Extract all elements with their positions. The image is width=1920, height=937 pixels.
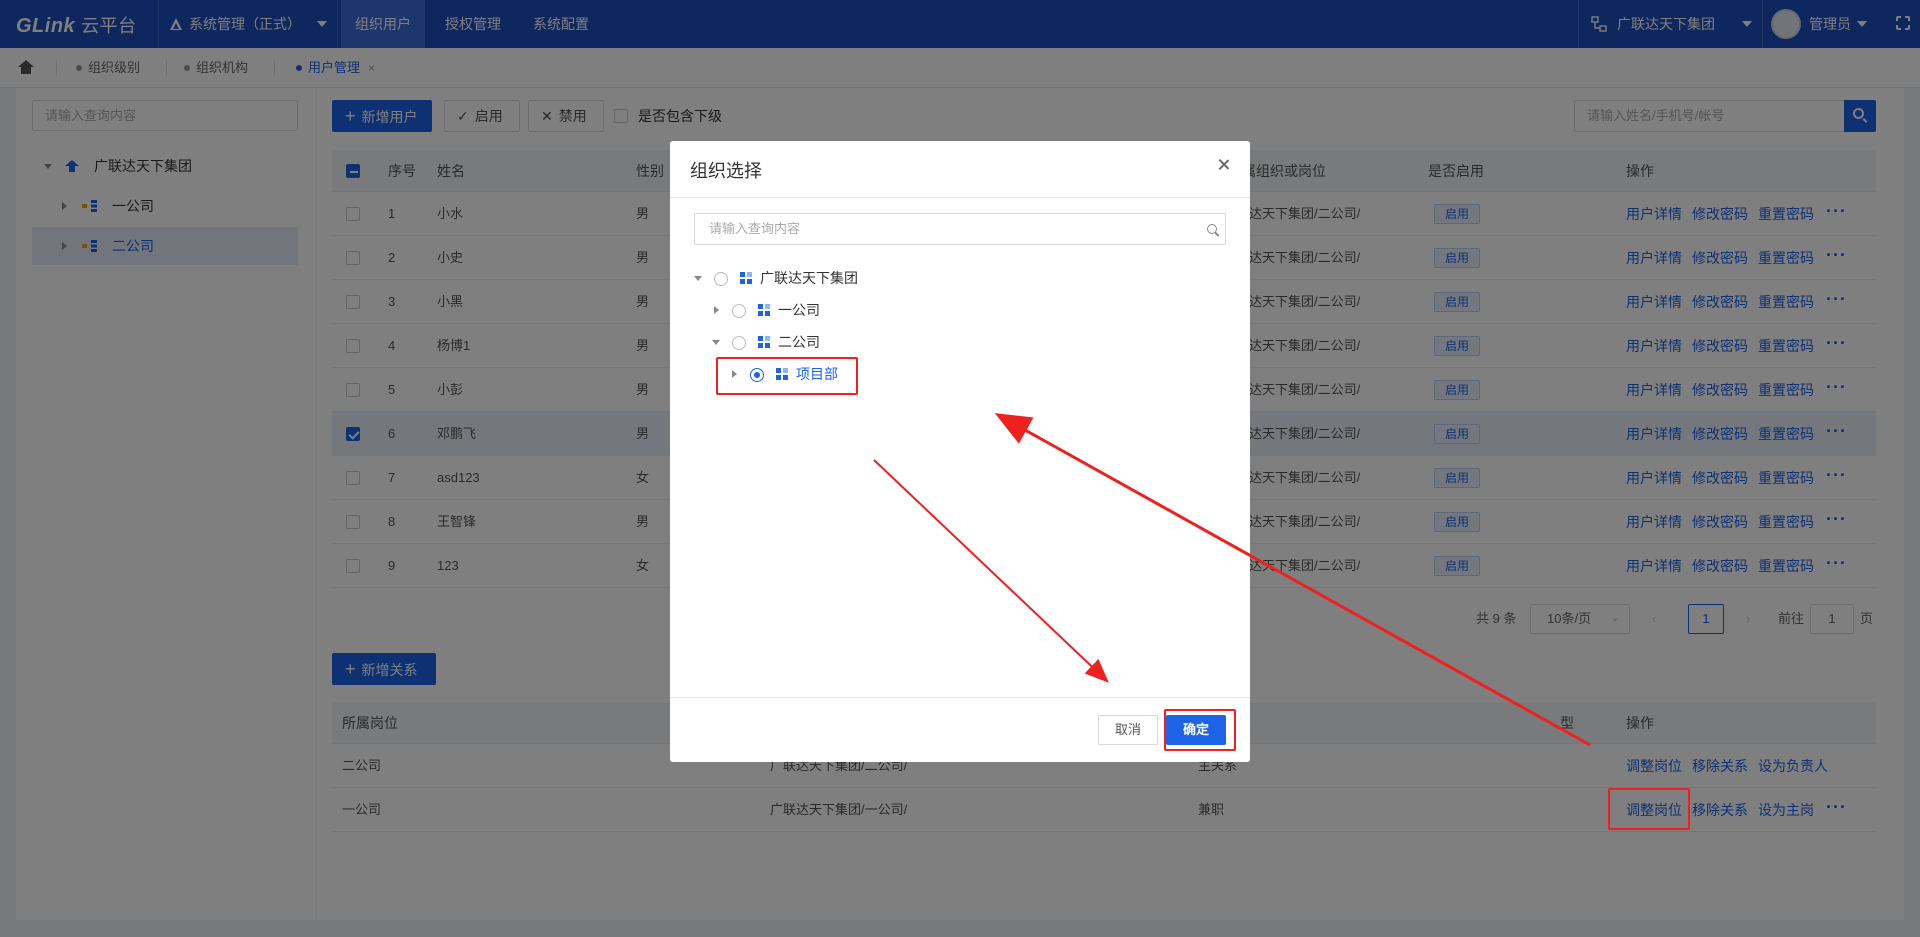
annotation-arrows: [873, 413, 1591, 747]
arrow-to-project: [994, 413, 1591, 747]
arrow-to-confirm: [873, 459, 1109, 683]
